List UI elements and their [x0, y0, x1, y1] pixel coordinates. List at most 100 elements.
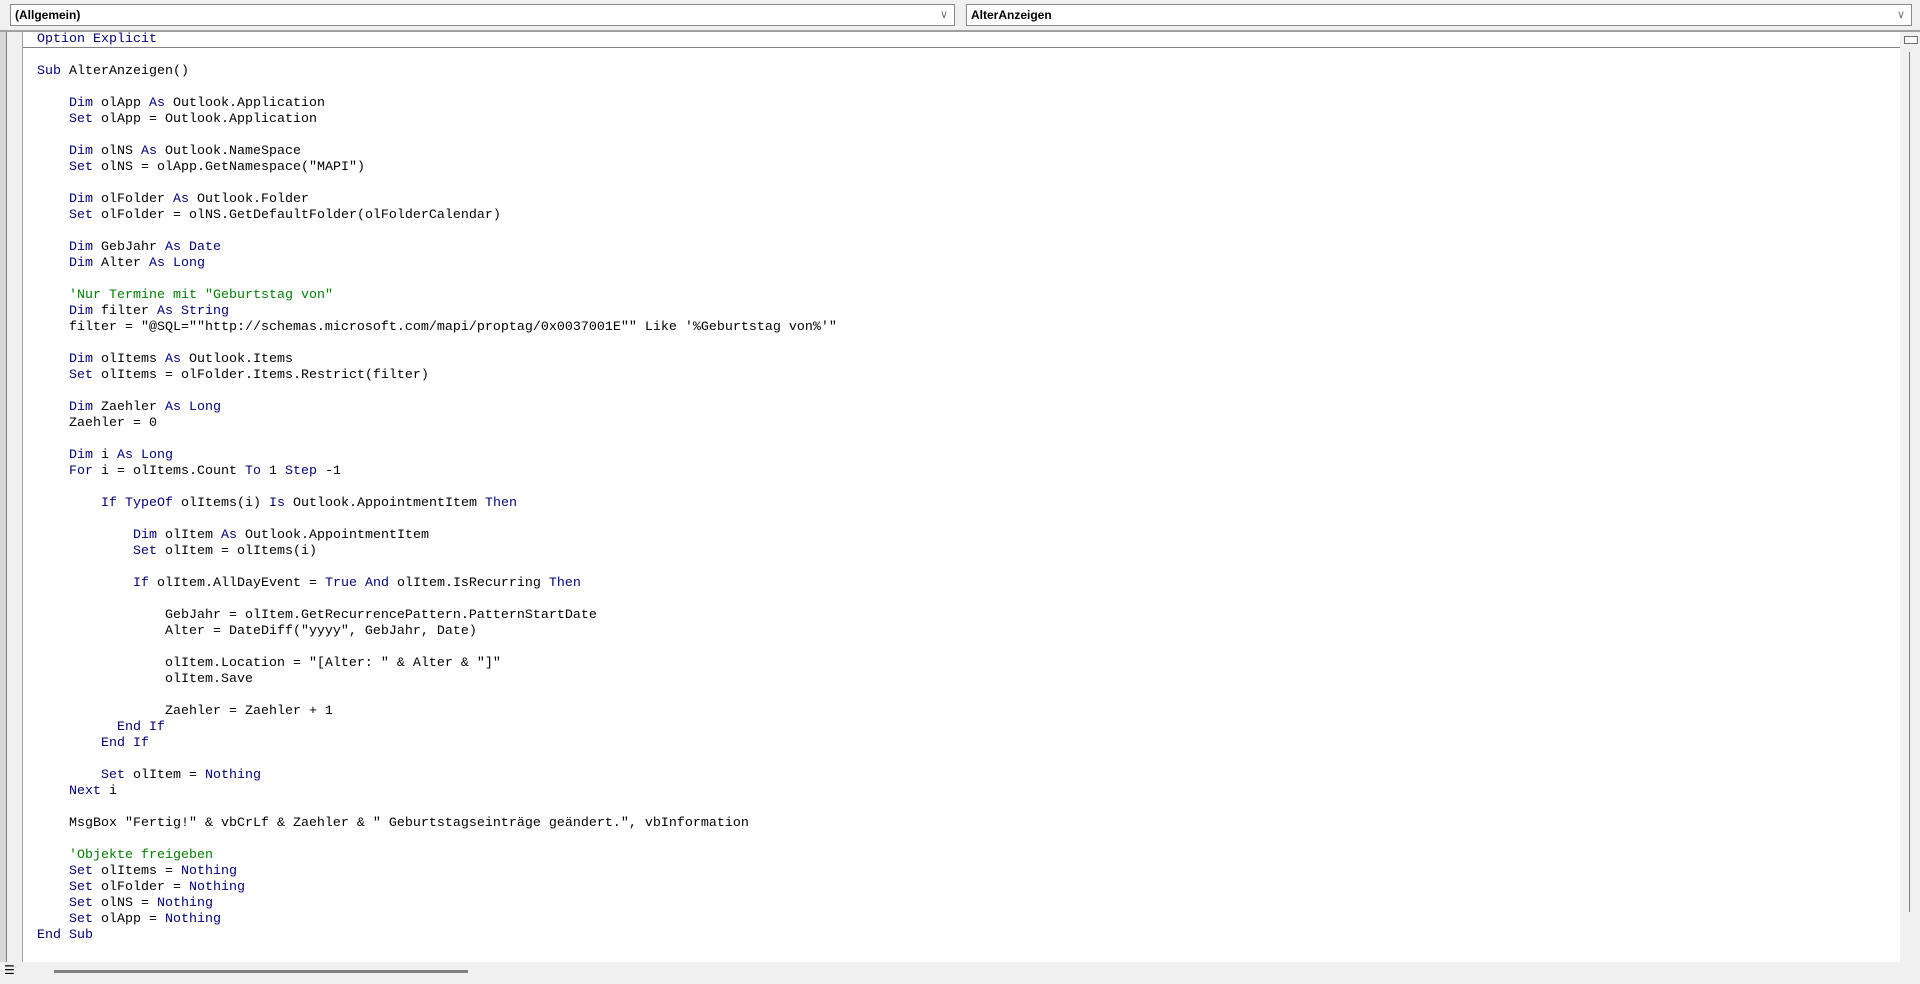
code-line[interactable]: Dim GebJahr As Date	[37, 240, 837, 256]
code-line[interactable]: Dim olApp As Outlook.Application	[37, 96, 837, 112]
code-line[interactable]	[37, 832, 837, 848]
margin-indicator-bar[interactable]	[7, 32, 23, 962]
chevron-down-icon[interactable]: ∨	[1897, 5, 1905, 25]
keyword-token: Dim	[69, 256, 93, 271]
code-line[interactable]: Set olItems = Nothing	[37, 864, 837, 880]
vertical-scrollbar-track[interactable]	[1909, 52, 1910, 912]
code-token: Alter = DateDiff("yyyy", GebJahr, Date)	[37, 624, 477, 639]
keyword-token: Nothing	[164, 912, 221, 927]
code-editor[interactable]: Option Explicit Sub AlterAnzeigen() Dim o…	[23, 32, 1900, 962]
code-line[interactable]: Dim i As Long	[37, 448, 837, 464]
code-line[interactable]	[37, 176, 837, 192]
keyword-token: As	[172, 192, 189, 207]
code-line[interactable]	[37, 128, 837, 144]
code-line[interactable]	[37, 48, 837, 64]
comment-token: 'Nur Termine mit "Geburtstag von"	[69, 288, 333, 303]
keyword-token: Then	[548, 576, 581, 591]
code-line[interactable]: Dim olItem As Outlook.AppointmentItem	[37, 528, 837, 544]
code-line[interactable]: Zaehler = Zaehler + 1	[37, 704, 837, 720]
horizontal-scrollbar-thumb[interactable]	[54, 970, 468, 973]
code-line[interactable]	[37, 688, 837, 704]
code-token: olFolder =	[93, 880, 189, 895]
keyword-token: Set	[69, 112, 93, 127]
chevron-down-icon[interactable]: ∨	[940, 5, 948, 25]
code-line[interactable]	[37, 224, 837, 240]
keyword-token: Nothing	[188, 880, 245, 895]
procedure-dropdown[interactable]: AlterAnzeigen ∨	[966, 4, 1912, 26]
code-token: olItem = olItems(i)	[156, 544, 317, 559]
code-line[interactable]: Set olFolder = olNS.GetDefaultFolder(olF…	[37, 208, 837, 224]
object-dropdown[interactable]: (Allgemein) ∨	[10, 4, 955, 26]
code-line[interactable]	[37, 432, 837, 448]
code-line[interactable]	[37, 640, 837, 656]
code-token: Outlook.Application	[165, 96, 325, 111]
code-line[interactable]: End If	[37, 736, 837, 752]
keyword-token: Dim	[69, 352, 93, 367]
code-line[interactable]: End If	[37, 720, 837, 736]
split-handle[interactable]	[1904, 36, 1918, 44]
code-line[interactable]: Set olItem = Nothing	[37, 768, 837, 784]
code-line[interactable]: olItem.Save	[37, 672, 837, 688]
code-token: olApp = Outlook.Application	[93, 112, 317, 127]
code-token: olItem.IsRecurring	[388, 576, 549, 591]
keyword-token: As	[149, 256, 165, 271]
code-line[interactable]	[37, 752, 837, 768]
code-line[interactable]	[37, 80, 837, 96]
code-line[interactable]	[37, 512, 837, 528]
code-line[interactable]	[37, 480, 837, 496]
code-line[interactable]	[37, 800, 837, 816]
code-line[interactable]: olItem.Location = "[Alter: " & Alter & "…	[37, 656, 837, 672]
code-line[interactable]: If olItem.AllDayEvent = True And olItem.…	[37, 576, 837, 592]
code-line[interactable]: Option Explicit	[37, 32, 837, 48]
code-line[interactable]: If TypeOf olItems(i) Is Outlook.Appointm…	[37, 496, 837, 512]
code-line[interactable]	[37, 560, 837, 576]
code-line[interactable]	[37, 592, 837, 608]
code-line[interactable]: Set olApp = Outlook.Application	[37, 112, 837, 128]
code-token: GebJahr = olItem.GetRecurrencePattern.Pa…	[37, 608, 597, 623]
code-line[interactable]: Dim Alter As Long	[37, 256, 837, 272]
code-line[interactable]	[37, 272, 837, 288]
code-line[interactable]: Sub AlterAnzeigen()	[37, 64, 837, 80]
code-line[interactable]	[37, 384, 837, 400]
procedure-view-icon[interactable]: ☰	[4, 963, 15, 977]
code-line[interactable]: For i = olItems.Count To 1 Step -1	[37, 464, 837, 480]
code-line[interactable]: 'Objekte freigeben	[37, 848, 837, 864]
code-token: filter = "@SQL=""http://schemas.microsof…	[37, 320, 837, 335]
code-line[interactable]: Alter = DateDiff("yyyy", GebJahr, Date)	[37, 624, 837, 640]
code-line[interactable]: GebJahr = olItem.GetRecurrencePattern.Pa…	[37, 608, 837, 624]
code-line[interactable]: Zaehler = 0	[37, 416, 837, 432]
code-token: olItem.Save	[37, 672, 253, 687]
code-line[interactable]: MsgBox "Fertig!" & vbCrLf & Zaehler & " …	[37, 816, 837, 832]
code-line[interactable]: Next i	[37, 784, 837, 800]
code-line[interactable]: Dim olNS As Outlook.NameSpace	[37, 144, 837, 160]
code-text[interactable]: Option Explicit Sub AlterAnzeigen() Dim o…	[37, 32, 837, 944]
code-token: olItems =	[93, 864, 181, 879]
code-token: 1	[260, 464, 285, 479]
keyword-token: As	[117, 448, 133, 463]
code-line[interactable]: Set olNS = Nothing	[37, 896, 837, 912]
code-line[interactable]: Dim Zaehler As Long	[37, 400, 837, 416]
keyword-token: Dim	[69, 304, 93, 319]
code-line[interactable]: Dim olFolder As Outlook.Folder	[37, 192, 837, 208]
code-line[interactable]: Dim olItems As Outlook.Items	[37, 352, 837, 368]
keyword-token: Dim	[69, 448, 93, 463]
code-line[interactable]: Set olApp = Nothing	[37, 912, 837, 928]
code-line[interactable]: End Sub	[37, 928, 837, 944]
code-line[interactable]: 'Nur Termine mit "Geburtstag von"	[37, 288, 837, 304]
keyword-token: TypeOf	[125, 496, 173, 511]
code-line[interactable]: Set olFolder = Nothing	[37, 880, 837, 896]
code-line[interactable]	[37, 336, 837, 352]
code-line[interactable]: Set olItems = olFolder.Items.Restrict(fi…	[37, 368, 837, 384]
code-line[interactable]: Set olItem = olItems(i)	[37, 544, 837, 560]
code-token: olItem	[156, 528, 221, 543]
code-line[interactable]: Set olNS = olApp.GetNamespace("MAPI")	[37, 160, 837, 176]
code-line[interactable]: filter = "@SQL=""http://schemas.microsof…	[37, 320, 837, 336]
code-line[interactable]: Dim filter As String	[37, 304, 837, 320]
